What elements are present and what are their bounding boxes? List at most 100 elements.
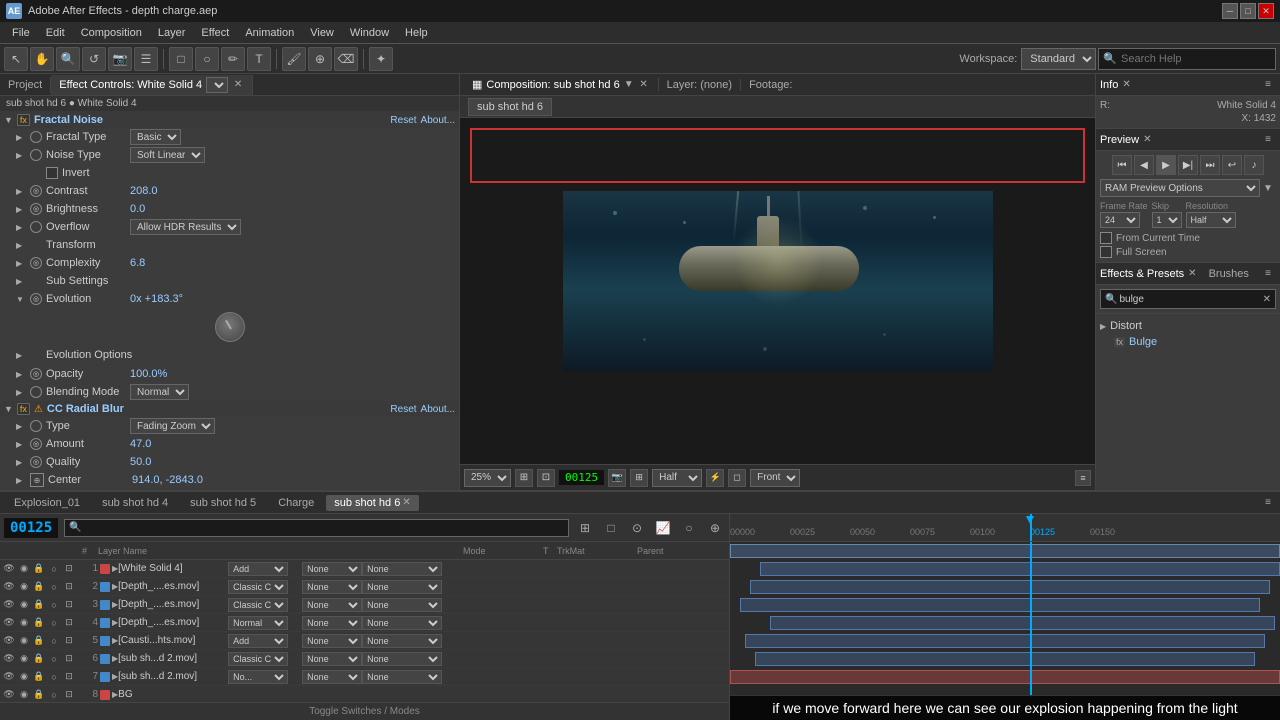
prev-frame-btn[interactable]: ◀ [1134, 155, 1154, 175]
evolution-value[interactable]: 0x +183.3° [130, 293, 183, 305]
layer3-collapse-icon[interactable]: ⊡ [62, 598, 76, 612]
layer7-track[interactable] [755, 652, 1255, 666]
layer2-solo-icon[interactable]: ◉ [17, 580, 31, 594]
layer4-lock-icon[interactable]: 🔒 [32, 616, 46, 630]
effects-presets-tab[interactable]: Effects & Presets [1100, 268, 1184, 280]
layer1-collapse-icon[interactable]: ⊡ [62, 562, 76, 576]
layer8-shy-icon[interactable]: ○ [47, 688, 61, 702]
layer5-solo-icon[interactable]: ◉ [17, 634, 31, 648]
layer5-trk-select[interactable]: None [302, 634, 362, 648]
eraser-tool[interactable]: ⌫ [334, 47, 358, 71]
toggle-switches-bar[interactable]: Toggle Switches / Modes [0, 702, 729, 720]
layer6-trk-select[interactable]: None [302, 652, 362, 666]
frame-rate-select[interactable]: 24 [1100, 212, 1140, 228]
skip-select[interactable]: 1 [1152, 212, 1182, 228]
layer6-mode-select[interactable]: Classic C... [228, 652, 288, 666]
layer2-parent-select[interactable]: None [362, 580, 442, 594]
ep-menu[interactable]: ≡ [1260, 266, 1276, 282]
distort-group[interactable]: ▶ Distort [1100, 318, 1276, 334]
next-frame-btn[interactable]: ▶| [1178, 155, 1198, 175]
layer5-lock-icon[interactable]: 🔒 [32, 634, 46, 648]
opacity-arrow[interactable]: ▶ [16, 370, 26, 379]
blending-mode-select[interactable]: Normal [130, 384, 189, 400]
goto-end-btn[interactable]: ⏭ [1200, 155, 1220, 175]
fit-to-comp-btn[interactable]: ⊞ [515, 469, 533, 487]
close-button[interactable]: ✕ [1258, 3, 1274, 19]
layer3-track[interactable] [750, 580, 1270, 594]
fractal-type-arrow[interactable]: ▶ [16, 133, 26, 142]
zoom-tool[interactable]: 🔍 [56, 47, 80, 71]
center-arrow[interactable]: ▶ [16, 476, 26, 485]
layer7-lock-icon[interactable]: 🔒 [32, 670, 46, 684]
opacity-value[interactable]: 100.0% [130, 368, 167, 380]
blur-type-select[interactable]: Fading Zoom [130, 418, 215, 434]
timeline-tab-explosion[interactable]: Explosion_01 [4, 495, 90, 511]
rotate-tool[interactable]: ↺ [82, 47, 106, 71]
camera-btn[interactable]: 📷 [608, 469, 626, 487]
layer4-mode-select[interactable]: Normal [228, 616, 288, 630]
layer1-solo-icon[interactable]: ◉ [17, 562, 31, 576]
tl-graph-btn[interactable]: 📈 [653, 518, 673, 538]
layer5-parent-select[interactable]: None [362, 634, 442, 648]
layer8-track[interactable] [730, 670, 1280, 684]
active-tab-close[interactable]: ✕ [402, 497, 410, 508]
ep-search-input[interactable] [1119, 294, 1260, 305]
layer8-eye-icon[interactable]: 👁 [2, 688, 16, 702]
complexity-value[interactable]: 6.8 [130, 257, 145, 269]
text-tool[interactable]: T [247, 47, 271, 71]
layer4-eye-icon[interactable]: 👁 [2, 616, 16, 630]
layer1-track[interactable] [730, 544, 1280, 558]
layer2-collapse-icon[interactable]: ⊡ [62, 580, 76, 594]
layer7-eye-icon[interactable]: 👁 [2, 670, 16, 684]
contrast-value[interactable]: 208.0 [130, 185, 158, 197]
comp-close-btn[interactable]: ✕ [638, 79, 650, 91]
layer2-eye-icon[interactable]: 👁 [2, 580, 16, 594]
layer4-trk-select[interactable]: None [302, 616, 362, 630]
menu-layer[interactable]: Layer [150, 25, 194, 41]
ram-preview-select[interactable]: RAM Preview Options [1100, 179, 1260, 197]
layer6-lock-icon[interactable]: 🔒 [32, 652, 46, 666]
info-close[interactable]: ✕ [1122, 79, 1130, 90]
menu-file[interactable]: File [4, 25, 38, 41]
overflow-select[interactable]: Allow HDR Results [130, 219, 241, 235]
tl-solo-btn[interactable]: □ [601, 518, 621, 538]
audio-btn[interactable]: ♪ [1244, 155, 1264, 175]
amount-arrow[interactable]: ▶ [16, 440, 26, 449]
ep-clear-btn[interactable]: ✕ [1263, 294, 1271, 305]
menu-animation[interactable]: Animation [237, 25, 302, 41]
brushes-tab[interactable]: Brushes [1209, 268, 1249, 280]
layer6-collapse-icon[interactable]: ⊡ [62, 652, 76, 666]
layer6-track[interactable] [745, 634, 1265, 648]
layer4-shy-icon[interactable]: ○ [47, 616, 61, 630]
center-crosshair-icon[interactable]: ⊕ [30, 473, 44, 487]
comp-options-btn[interactable]: ⊡ [537, 469, 555, 487]
info-tab[interactable]: Info [1100, 79, 1118, 91]
evolution-options-arrow[interactable]: ▶ [16, 351, 26, 360]
layer3-lock-icon[interactable]: 🔒 [32, 598, 46, 612]
menu-edit[interactable]: Edit [38, 25, 73, 41]
quality-arrow[interactable]: ▶ [16, 458, 26, 467]
comp-panel-menu[interactable]: ≡ [1075, 470, 1091, 486]
layer3-shy-icon[interactable]: ○ [47, 598, 61, 612]
layer3-solo-icon[interactable]: ◉ [17, 598, 31, 612]
layer4-collapse-icon[interactable]: ⊡ [62, 616, 76, 630]
full-screen-checkbox[interactable] [1100, 246, 1112, 258]
project-tab[interactable]: Project [0, 77, 51, 93]
timeline-tab-subhd6-active[interactable]: sub shot hd 6 ✕ [326, 495, 418, 511]
timeline-tab-charge[interactable]: Charge [268, 495, 324, 511]
overflow-arrow[interactable]: ▶ [16, 223, 26, 232]
layer7-shy-icon[interactable]: ○ [47, 670, 61, 684]
evolution-knob[interactable] [215, 312, 245, 342]
menu-view[interactable]: View [302, 25, 342, 41]
layer5-shy-icon[interactable]: ○ [47, 634, 61, 648]
layer7-trk-select[interactable]: None [302, 670, 362, 684]
timeline-search-input[interactable] [82, 522, 564, 534]
loop-btn[interactable]: ↩ [1222, 155, 1242, 175]
effect-controls-tab[interactable]: Effect Controls: White Solid 4 ✕ [51, 75, 253, 95]
puppet-tool[interactable]: ✦ [369, 47, 393, 71]
cc-radial-blur-header[interactable]: ▼ fx ⚠ CC Radial Blur Reset About... [0, 401, 459, 417]
transparency-btn[interactable]: ◻ [728, 469, 746, 487]
preview-close[interactable]: ✕ [1143, 134, 1151, 145]
transform-arrow[interactable]: ▶ [16, 241, 26, 250]
footage-tab[interactable]: Footage: [741, 79, 800, 91]
